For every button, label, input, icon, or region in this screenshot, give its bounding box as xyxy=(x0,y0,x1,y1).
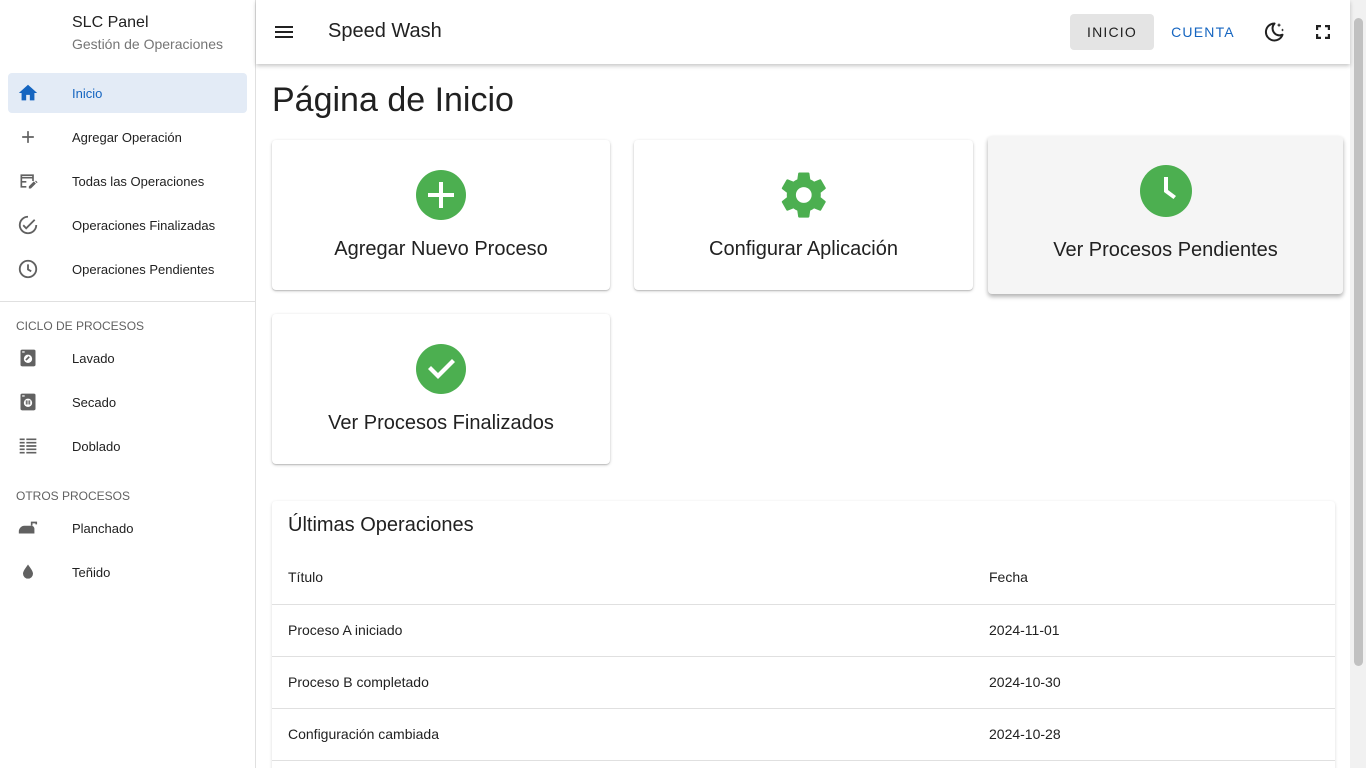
sidebar-item-planchado[interactable]: Planchado xyxy=(8,508,247,548)
menu-icon[interactable] xyxy=(272,20,296,44)
card-ver-pendientes[interactable]: Ver Procesos Pendientes xyxy=(988,136,1343,294)
cell-titulo: Configuración cambiada xyxy=(272,708,973,761)
washing-machine-icon xyxy=(16,346,40,370)
theme-toggle-icon[interactable] xyxy=(1262,20,1286,44)
sidebar-item-label: Teñido xyxy=(72,564,111,580)
section-header-otros: OTROS PROCESOS xyxy=(16,489,131,503)
top-app-bar: Speed Wash INICIO CUENTA xyxy=(256,0,1350,64)
sidebar: SLC Panel Gestión de Operaciones Inicio … xyxy=(0,0,256,768)
app-title: Speed Wash xyxy=(328,20,442,42)
table-row[interactable]: Proceso B completado 2024-10-30 xyxy=(272,656,1335,709)
sidebar-item-operaciones-pendientes[interactable]: Operaciones Pendientes xyxy=(8,249,247,289)
sidebar-item-inicio[interactable]: Inicio xyxy=(8,73,247,113)
card-ver-finalizados[interactable]: Ver Procesos Finalizados xyxy=(272,314,610,464)
cell-fecha: 2024-11-01 xyxy=(973,604,1335,657)
water-drop-icon xyxy=(16,560,40,584)
sidebar-item-doblado[interactable]: Doblado xyxy=(8,426,247,466)
sidebar-item-label: Inicio xyxy=(72,85,103,101)
sidebar-item-tenido[interactable]: Teñido xyxy=(8,552,247,592)
sidebar-item-label: Planchado xyxy=(72,520,134,536)
section-header-ciclo: CICLO DE PROCESOS xyxy=(16,319,145,333)
card-label: Ver Procesos Pendientes xyxy=(1053,239,1278,261)
home-icon xyxy=(16,81,40,105)
table-header-row: Título Fecha xyxy=(272,551,1335,605)
cuenta-button[interactable]: CUENTA xyxy=(1162,14,1244,50)
sidebar-item-label: Doblado xyxy=(72,438,121,454)
card-configurar-aplicacion[interactable]: Configurar Aplicación xyxy=(634,140,973,290)
cell-fecha: 2024-10-28 xyxy=(973,708,1335,761)
cell-titulo: Proceso B completado xyxy=(272,656,973,709)
sidebar-item-label: Todas las Operaciones xyxy=(72,173,205,189)
gear-icon xyxy=(777,168,831,222)
recent-operations-card: Últimas Operaciones Título Fecha Proceso… xyxy=(272,501,1335,768)
cell-fecha: 2024-10-30 xyxy=(973,656,1335,709)
card-agregar-proceso[interactable]: Agregar Nuevo Proceso xyxy=(272,140,610,290)
scrollbar-thumb[interactable] xyxy=(1354,18,1363,666)
sidebar-item-label: Operaciones Pendientes xyxy=(72,261,215,277)
page-title: Página de Inicio xyxy=(272,81,514,119)
column-header-fecha: Fecha xyxy=(973,551,1335,605)
brand: SLC Panel Gestión de Operaciones xyxy=(0,0,255,64)
card-label: Agregar Nuevo Proceso xyxy=(334,238,548,260)
fullscreen-icon[interactable] xyxy=(1311,20,1335,44)
folded-list-icon xyxy=(16,434,40,458)
check-circle-icon xyxy=(414,342,468,396)
dryer-icon xyxy=(16,390,40,414)
check-circle-outline-icon xyxy=(16,213,40,237)
sidebar-item-label: Operaciones Finalizadas xyxy=(72,217,216,233)
brand-title: SLC Panel xyxy=(72,14,149,31)
sidebar-item-label: Secado xyxy=(72,394,117,410)
iron-icon xyxy=(16,516,40,540)
card-label: Ver Procesos Finalizados xyxy=(328,412,554,434)
sidebar-item-todas-operaciones[interactable]: Todas las Operaciones xyxy=(8,161,247,201)
table-row[interactable]: Proceso A iniciado 2024-11-01 xyxy=(272,604,1335,657)
recent-operations-table: Título Fecha Proceso A iniciado 2024-11-… xyxy=(272,551,1335,761)
sidebar-item-lavado[interactable]: Lavado xyxy=(8,338,247,378)
table-row[interactable]: Configuración cambiada 2024-10-28 xyxy=(272,708,1335,761)
page-scrollbar[interactable] xyxy=(1350,0,1366,768)
sidebar-item-operaciones-finalizadas[interactable]: Operaciones Finalizadas xyxy=(8,205,247,245)
card-label: Configurar Aplicación xyxy=(709,238,898,260)
table-edit-icon xyxy=(16,169,40,193)
main-content: Página de Inicio Agregar Nuevo Proceso C… xyxy=(256,64,1350,768)
column-header-titulo: Título xyxy=(272,551,973,605)
cell-titulo: Proceso A iniciado xyxy=(272,604,973,657)
sidebar-item-label: Agregar Operación xyxy=(72,129,182,145)
recent-operations-title: Últimas Operaciones xyxy=(288,514,474,536)
sidebar-item-secado[interactable]: Secado xyxy=(8,382,247,422)
clock-icon xyxy=(1139,164,1193,218)
plus-circle-icon xyxy=(414,168,468,222)
brand-subtitle: Gestión de Operaciones xyxy=(72,36,223,52)
sidebar-item-label: Lavado xyxy=(72,350,115,366)
plus-icon xyxy=(16,125,40,149)
inicio-button[interactable]: INICIO xyxy=(1070,14,1154,50)
sidebar-item-agregar-operacion[interactable]: Agregar Operación xyxy=(8,117,247,157)
clock-outline-icon xyxy=(16,257,40,281)
